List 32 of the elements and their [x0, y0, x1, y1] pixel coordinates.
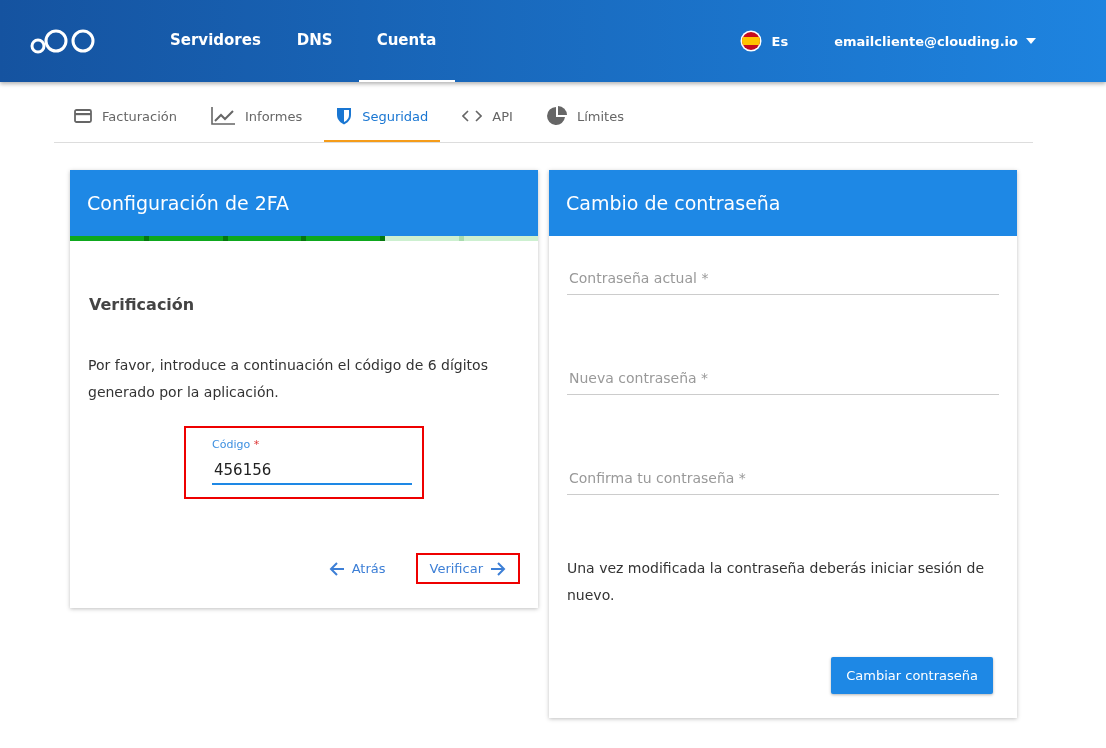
pie-chart-icon	[546, 106, 567, 126]
tab[interactable]: Límites	[534, 94, 636, 142]
code-field[interactable]: Código * 456156	[184, 426, 424, 499]
verify-button[interactable]: Verificar	[415, 553, 520, 584]
line-chart-icon	[211, 107, 235, 125]
password-field[interactable]: Contraseña actual *	[567, 256, 999, 295]
shield-icon	[336, 107, 353, 125]
info-text: Una vez modificada la contraseña deberás iniciar sesión de nuevo.	[567, 559, 986, 605]
nav-link[interactable]: Cuenta	[358, 0, 455, 82]
arrow-right-icon	[491, 561, 506, 576]
logo-icon[interactable]	[30, 28, 96, 54]
arrow-left-icon	[328, 561, 344, 576]
password-field[interactable]: Confirma tu contraseña *	[567, 456, 999, 495]
section-heading: Verificación	[89, 295, 196, 314]
card-title: Configuración de 2FA	[70, 170, 538, 236]
code-icon	[462, 110, 483, 122]
nav-link[interactable]: DNS	[278, 14, 351, 68]
flag-icon	[739, 30, 762, 52]
nav-link[interactable]: Servidores	[152, 14, 279, 68]
tab[interactable]: Informes	[199, 94, 315, 142]
account-menu[interactable]: emailcliente@clouding.io	[834, 33, 1036, 49]
credit-card-icon	[74, 109, 92, 123]
card-title: Cambio de contraseña	[549, 170, 1017, 236]
instruction-text: Por favor, introduce a continuación el código de 6 dígitos generado por la aplicación.	[88, 356, 489, 402]
back-button[interactable]: Atrás	[314, 553, 400, 584]
language-selector[interactable]: Es	[771, 33, 789, 49]
tab[interactable]: API	[450, 94, 525, 142]
change-password-button[interactable]: Cambiar contraseña	[831, 657, 993, 694]
password-field[interactable]: Nueva contraseña *	[567, 356, 999, 395]
tab[interactable]: Facturación	[62, 94, 189, 142]
caret-icon	[1026, 38, 1036, 44]
tab[interactable]: Seguridad	[324, 94, 441, 142]
